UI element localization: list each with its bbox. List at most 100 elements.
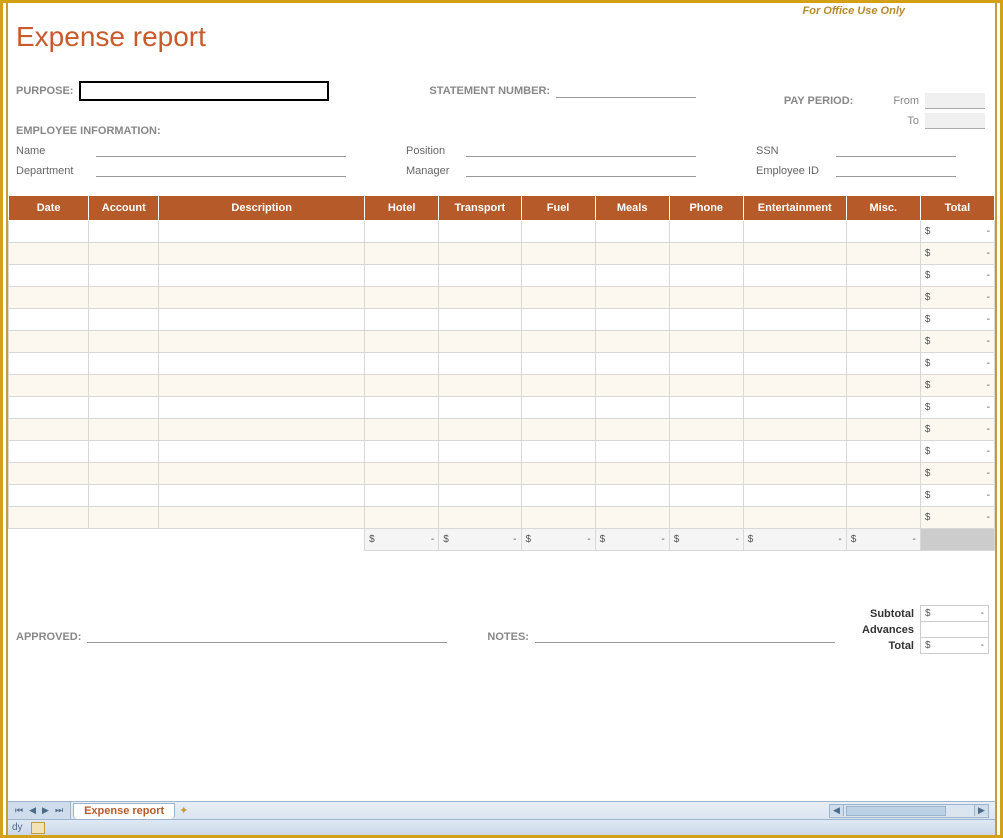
table-cell[interactable]	[89, 331, 159, 353]
table-cell[interactable]	[669, 463, 743, 485]
table-cell[interactable]	[846, 331, 920, 353]
tab-nav-prev-icon[interactable]: ◀	[26, 805, 39, 816]
table-cell[interactable]	[439, 287, 521, 309]
table-cell[interactable]	[89, 309, 159, 331]
table-cell[interactable]	[595, 287, 669, 309]
table-cell[interactable]	[743, 441, 846, 463]
approved-input[interactable]	[87, 631, 447, 643]
table-cell[interactable]	[743, 331, 846, 353]
from-date-input[interactable]	[925, 93, 985, 109]
table-cell[interactable]	[159, 419, 365, 441]
table-cell[interactable]	[521, 309, 595, 331]
table-cell[interactable]	[365, 221, 439, 243]
table-cell[interactable]	[9, 441, 89, 463]
table-cell[interactable]	[9, 375, 89, 397]
table-cell[interactable]	[159, 331, 365, 353]
tab-nav-last-icon[interactable]: ⏭	[52, 805, 66, 816]
table-cell[interactable]	[846, 265, 920, 287]
table-cell[interactable]	[595, 331, 669, 353]
table-cell[interactable]	[159, 463, 365, 485]
table-cell[interactable]	[9, 485, 89, 507]
table-cell[interactable]	[521, 397, 595, 419]
position-input[interactable]	[466, 143, 696, 157]
table-cell[interactable]	[595, 265, 669, 287]
table-cell[interactable]	[365, 375, 439, 397]
tab-nav-first-icon[interactable]: ⏮	[12, 805, 26, 816]
table-cell[interactable]	[9, 265, 89, 287]
table-cell[interactable]	[439, 463, 521, 485]
table-cell[interactable]	[521, 287, 595, 309]
table-cell[interactable]	[669, 375, 743, 397]
table-cell[interactable]	[846, 309, 920, 331]
table-cell[interactable]	[365, 353, 439, 375]
table-cell[interactable]	[89, 419, 159, 441]
table-cell[interactable]	[439, 265, 521, 287]
table-cell[interactable]	[89, 397, 159, 419]
name-input[interactable]	[96, 143, 346, 157]
table-cell[interactable]	[89, 353, 159, 375]
table-cell[interactable]	[846, 419, 920, 441]
table-cell[interactable]	[595, 309, 669, 331]
table-cell[interactable]	[159, 287, 365, 309]
table-cell[interactable]	[521, 243, 595, 265]
table-cell[interactable]	[439, 331, 521, 353]
to-date-input[interactable]	[925, 113, 985, 129]
table-cell[interactable]	[743, 243, 846, 265]
table-cell[interactable]	[669, 309, 743, 331]
table-cell[interactable]	[595, 485, 669, 507]
table-cell[interactable]	[365, 463, 439, 485]
table-cell[interactable]	[521, 463, 595, 485]
table-cell[interactable]	[439, 485, 521, 507]
table-cell[interactable]	[846, 243, 920, 265]
table-cell[interactable]	[9, 353, 89, 375]
employee-id-input[interactable]	[836, 163, 956, 177]
notes-input[interactable]	[535, 631, 835, 643]
table-cell[interactable]	[365, 287, 439, 309]
table-cell[interactable]	[365, 265, 439, 287]
table-cell[interactable]	[669, 331, 743, 353]
table-cell[interactable]	[846, 397, 920, 419]
table-cell[interactable]	[365, 309, 439, 331]
table-cell[interactable]	[743, 375, 846, 397]
table-cell[interactable]	[846, 287, 920, 309]
tab-nav-next-icon[interactable]: ▶	[39, 805, 52, 816]
table-cell[interactable]	[365, 243, 439, 265]
horizontal-scrollbar[interactable]: ◀ ▶	[829, 804, 989, 818]
table-cell[interactable]	[9, 397, 89, 419]
status-icon[interactable]	[31, 822, 45, 834]
table-cell[interactable]	[89, 507, 159, 529]
table-cell[interactable]	[159, 397, 365, 419]
table-cell[interactable]	[89, 463, 159, 485]
table-cell[interactable]	[669, 419, 743, 441]
table-cell[interactable]	[439, 419, 521, 441]
table-cell[interactable]	[159, 353, 365, 375]
table-cell[interactable]	[521, 353, 595, 375]
table-cell[interactable]	[595, 441, 669, 463]
table-cell[interactable]	[365, 331, 439, 353]
table-cell[interactable]	[159, 243, 365, 265]
table-cell[interactable]	[159, 485, 365, 507]
table-cell[interactable]	[159, 441, 365, 463]
table-cell[interactable]	[365, 441, 439, 463]
table-cell[interactable]	[9, 243, 89, 265]
scroll-thumb[interactable]	[846, 806, 946, 816]
table-cell[interactable]	[159, 507, 365, 529]
table-cell[interactable]	[365, 419, 439, 441]
table-cell[interactable]	[89, 243, 159, 265]
table-cell[interactable]	[846, 221, 920, 243]
table-cell[interactable]	[9, 287, 89, 309]
sheet-tab-active[interactable]: Expense report	[73, 803, 175, 819]
table-cell[interactable]	[669, 507, 743, 529]
ssn-input[interactable]	[836, 143, 956, 157]
table-cell[interactable]	[846, 353, 920, 375]
table-cell[interactable]	[9, 463, 89, 485]
table-cell[interactable]	[521, 507, 595, 529]
table-cell[interactable]	[9, 221, 89, 243]
purpose-input[interactable]	[79, 81, 329, 101]
table-cell[interactable]	[89, 287, 159, 309]
table-cell[interactable]	[439, 375, 521, 397]
table-cell[interactable]	[439, 243, 521, 265]
insert-sheet-icon[interactable]: ✦	[179, 804, 188, 817]
table-cell[interactable]	[595, 243, 669, 265]
table-cell[interactable]	[669, 485, 743, 507]
